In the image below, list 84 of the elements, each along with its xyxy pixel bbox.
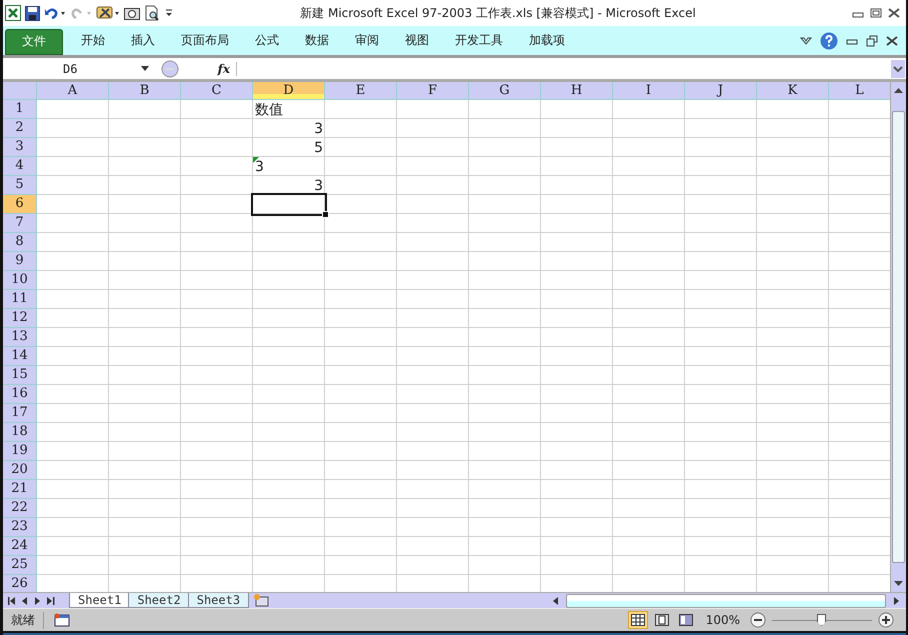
- undo-icon[interactable]: [44, 6, 66, 20]
- insert-sheet-icon[interactable]: [253, 594, 270, 607]
- cell-value: 3: [313, 121, 324, 138]
- zoom-level: 100%: [706, 613, 740, 627]
- column-header[interactable]: D: [253, 82, 325, 100]
- zoom-out-icon[interactable]: [750, 612, 766, 628]
- row-header[interactable]: 15: [3, 366, 37, 385]
- row-header[interactable]: 19: [3, 442, 37, 461]
- cell-value: 3: [313, 178, 324, 195]
- column-header[interactable]: F: [397, 82, 469, 100]
- row-header[interactable]: 1: [3, 100, 37, 119]
- save-icon[interactable]: [25, 6, 40, 20]
- record-macro-icon[interactable]: [54, 613, 70, 627]
- excel-logo-icon[interactable]: [5, 5, 21, 21]
- row-header[interactable]: 23: [3, 518, 37, 537]
- row-header[interactable]: 21: [3, 480, 37, 499]
- ribbon-tab[interactable]: 加载项: [517, 28, 577, 52]
- column-header[interactable]: H: [541, 82, 613, 100]
- column-header[interactable]: B: [109, 82, 181, 100]
- ribbon-tab[interactable]: 开发工具: [443, 28, 515, 52]
- row-header[interactable]: 25: [3, 556, 37, 575]
- active-cell-cursor[interactable]: [251, 193, 327, 216]
- expand-caret-icon[interactable]: [891, 60, 905, 78]
- ribbon-tab[interactable]: 开始: [69, 28, 117, 52]
- caret-icon: [141, 66, 149, 71]
- sheet-tab[interactable]: Sheet2: [128, 593, 190, 608]
- row-header[interactable]: 26: [3, 575, 37, 592]
- row-header[interactable]: 18: [3, 423, 37, 442]
- row-header[interactable]: 6: [3, 195, 37, 214]
- ribbon-tab[interactable]: 公式: [243, 28, 291, 52]
- row-header[interactable]: 14: [3, 347, 37, 366]
- row-header[interactable]: 9: [3, 252, 37, 271]
- cell-value: 5: [313, 140, 324, 157]
- row-header[interactable]: 20: [3, 461, 37, 480]
- sheet-tab[interactable]: Sheet3: [188, 593, 250, 608]
- cell-value: 3: [254, 159, 265, 176]
- row-header[interactable]: 5: [3, 176, 37, 195]
- zoom-slider-thumb[interactable]: [817, 614, 826, 626]
- close-icon[interactable]: [886, 36, 898, 46]
- column-header[interactable]: A: [37, 82, 109, 100]
- row-header[interactable]: 11: [3, 290, 37, 309]
- column-header[interactable]: K: [757, 82, 829, 100]
- name-box[interactable]: D6: [3, 60, 155, 78]
- ribbon-tab[interactable]: 审阅: [343, 28, 391, 52]
- ribbon-tab[interactable]: 插入: [119, 28, 167, 52]
- row-header[interactable]: 3: [3, 138, 37, 157]
- cell-value: 数值: [254, 102, 284, 119]
- tools-icon[interactable]: [96, 5, 120, 21]
- file-tab[interactable]: 文件: [5, 28, 63, 54]
- restore-icon[interactable]: [866, 34, 878, 46]
- camera-icon[interactable]: [124, 6, 140, 20]
- column-header[interactable]: I: [613, 82, 685, 100]
- column-header[interactable]: E: [325, 82, 397, 100]
- row-header[interactable]: 7: [3, 214, 37, 233]
- column-header[interactable]: J: [685, 82, 757, 100]
- ribbon-tab[interactable]: 页面布局: [169, 28, 241, 52]
- row-header[interactable]: 16: [3, 385, 37, 404]
- row-header[interactable]: 17: [3, 404, 37, 423]
- row-header[interactable]: 10: [3, 271, 37, 290]
- ribbon-tab[interactable]: 视图: [393, 28, 441, 52]
- row-header[interactable]: 24: [3, 537, 37, 556]
- collapse-ribbon-icon[interactable]: [800, 36, 812, 46]
- row-header[interactable]: 13: [3, 328, 37, 347]
- ribbon-tab[interactable]: 数据: [293, 28, 341, 52]
- cancel-knob-icon: [161, 60, 179, 78]
- zoom-in-icon[interactable]: [878, 612, 894, 628]
- status-text: 就绪: [3, 612, 44, 628]
- column-header[interactable]: C: [181, 82, 253, 100]
- column-header[interactable]: G: [469, 82, 541, 100]
- row-header[interactable]: 2: [3, 119, 37, 138]
- print-preview-icon[interactable]: [144, 5, 160, 21]
- row-header[interactable]: 22: [3, 499, 37, 518]
- normal-view-button[interactable]: [628, 611, 648, 629]
- help-icon[interactable]: [820, 32, 838, 50]
- row-header[interactable]: 8: [3, 233, 37, 252]
- column-header[interactable]: L: [829, 82, 890, 100]
- customize-caret-icon[interactable]: [164, 7, 174, 19]
- close-icon[interactable]: [888, 8, 900, 18]
- vertical-scrollbar[interactable]: [890, 82, 906, 592]
- window-title: 新建 Microsoft Excel 97-2003 工作表.xls [兼容模式] - Microsoft Excel: [299, 4, 697, 22]
- sheet-tab[interactable]: Sheet1: [69, 593, 130, 608]
- maximize-icon[interactable]: [870, 8, 882, 18]
- row-header[interactable]: 12: [3, 309, 37, 328]
- row-header[interactable]: 4: [3, 157, 37, 176]
